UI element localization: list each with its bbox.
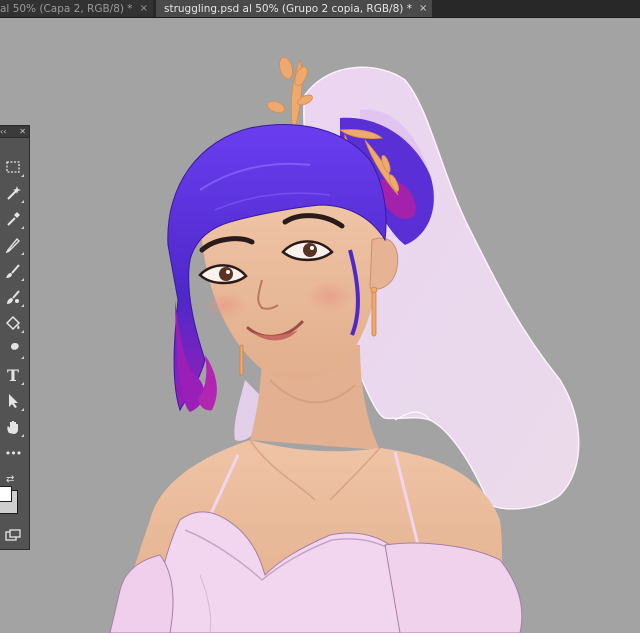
type-tool[interactable]: T	[2, 364, 24, 386]
hand-icon	[7, 421, 19, 434]
close-panel-icon[interactable]: ✕	[19, 127, 26, 136]
path-selection-icon	[9, 394, 18, 408]
magic-wand-icon	[7, 186, 21, 200]
foreground-color-swatch[interactable]	[0, 486, 12, 502]
document-tab-inactive[interactable]: al 50% (Capa 2, RGB/8) * ×	[0, 0, 153, 17]
path-selection-tool[interactable]	[2, 390, 24, 412]
eyedropper-icon	[7, 212, 20, 226]
document-tab-bar: al 50% (Capa 2, RGB/8) * × struggling.ps…	[0, 0, 640, 18]
document-tab-active[interactable]: struggling.psd al 50% (Grupo 2 copia, RG…	[156, 0, 432, 17]
eyedropper-tool[interactable]	[2, 208, 24, 230]
paint-bucket-tool[interactable]	[2, 312, 24, 334]
more-tools-button[interactable]: •••	[2, 442, 24, 464]
brush-icon	[6, 264, 20, 278]
more-tools-icon: •••	[4, 446, 22, 460]
hand-tool[interactable]	[2, 416, 24, 438]
artwork-illustration	[109, 56, 580, 633]
pencil-icon	[5, 237, 20, 253]
pencil-tool[interactable]	[2, 234, 24, 256]
tab-close-icon[interactable]: ×	[419, 3, 427, 14]
mixer-brush-tool[interactable]	[2, 286, 24, 308]
rectangular-marquee-tool[interactable]	[2, 156, 24, 178]
screen-mode-button[interactable]	[2, 526, 24, 544]
type-icon: T	[7, 365, 19, 385]
swap-colors-icon[interactable]: ⇄	[6, 474, 14, 485]
magic-wand-tool[interactable]	[2, 182, 24, 204]
screen-mode-icon	[5, 529, 21, 541]
tab-label: al 50% (Capa 2, RGB/8) *	[0, 2, 133, 15]
smudge-icon	[8, 343, 19, 355]
marquee-icon	[6, 161, 20, 173]
mixer-brush-icon	[7, 290, 20, 304]
tab-close-icon[interactable]: ×	[140, 3, 148, 14]
tab-label: struggling.psd al 50% (Grupo 2 copia, RG…	[164, 2, 412, 15]
tools-panel: ‹‹ ✕ T ••• ⇄	[0, 125, 30, 550]
tools-panel-header[interactable]: ‹‹ ✕	[0, 126, 29, 138]
paint-bucket-icon	[5, 315, 21, 331]
brush-tool[interactable]	[2, 260, 24, 282]
document-canvas[interactable]	[0, 18, 640, 633]
collapse-panel-icon[interactable]: ‹‹	[0, 127, 6, 136]
smudge-tool[interactable]	[2, 338, 24, 360]
